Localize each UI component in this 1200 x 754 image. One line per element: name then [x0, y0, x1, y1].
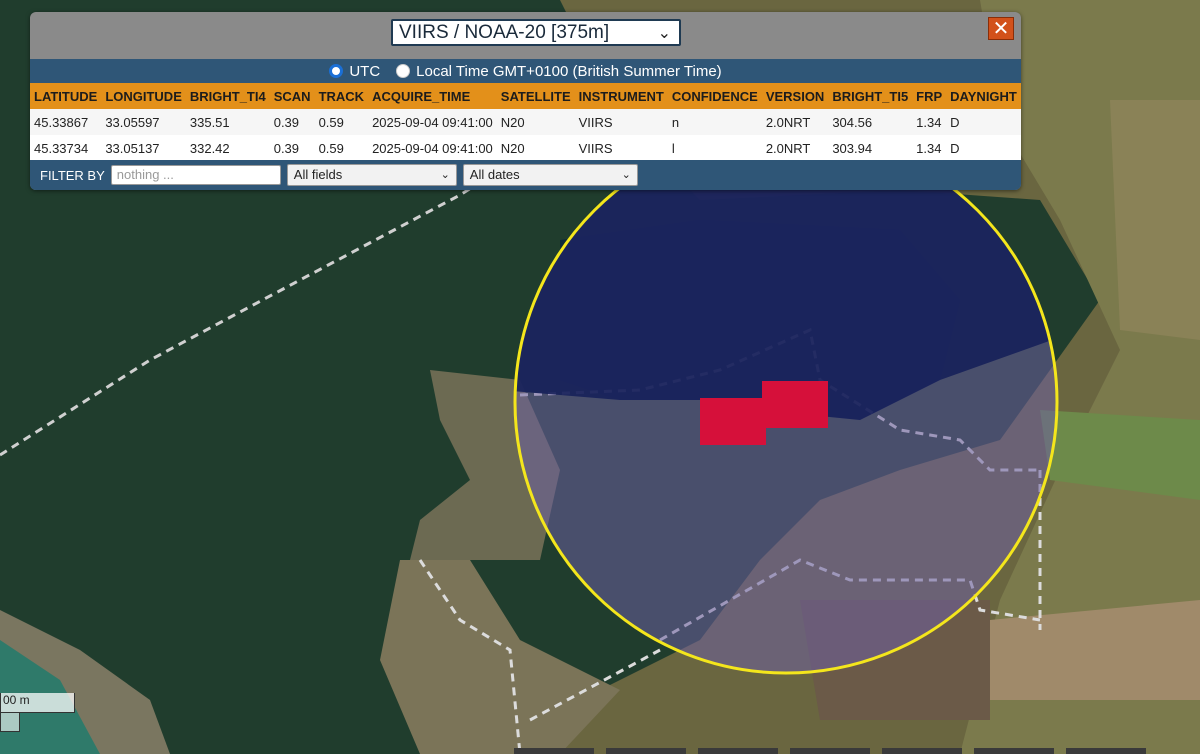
table-cell: 33.05597 — [101, 109, 186, 135]
fire-hotspot-2 — [700, 398, 766, 445]
bottom-toolbar-button[interactable] — [974, 748, 1054, 754]
bottom-toolbar-button[interactable] — [606, 748, 686, 754]
table-cell: D — [946, 109, 1021, 135]
scale-label: 00 m — [3, 693, 30, 707]
column-header-acquire-time[interactable]: ACQUIRE_TIME — [368, 83, 497, 109]
table-cell: n — [667, 109, 762, 135]
table-cell: 2025-09-04 09:41:00 — [368, 109, 497, 135]
table-cell: VIIRS — [574, 109, 668, 135]
table-cell: 2.0NRT — [761, 135, 829, 161]
column-header-satellite[interactable]: SATELLITE — [496, 83, 575, 109]
table-cell: VIIRS — [574, 135, 668, 161]
bottom-toolbar-button[interactable] — [790, 748, 870, 754]
table-cell: 0.39 — [269, 135, 315, 161]
column-header-latitude[interactable]: LATITUDE — [30, 83, 102, 109]
table-cell: D — [946, 135, 1021, 161]
filter-bar: FILTER BY nothing ... All fields ⌄ All d… — [30, 160, 1021, 190]
column-header-confidence[interactable]: CONFIDENCE — [667, 83, 762, 109]
column-header-instrument[interactable]: INSTRUMENT — [574, 83, 668, 109]
fields-select-value: All fields — [293, 167, 343, 182]
scale-tick — [0, 713, 20, 732]
bottom-toolbar-button[interactable] — [882, 748, 962, 754]
dates-select[interactable]: All dates ⌄ — [462, 164, 638, 186]
satellite-select[interactable]: VIIRS / NOAA-20 [375m] ⌄ — [391, 19, 681, 46]
table-cell: 45.33734 — [30, 135, 102, 161]
fire-hotspot-1 — [762, 381, 828, 428]
table-cell: 0.59 — [314, 109, 369, 135]
column-header-frp[interactable]: FRP — [912, 83, 947, 109]
table-cell: 1.34 — [912, 135, 947, 161]
chevron-down-icon: ⌄ — [657, 25, 671, 42]
table-row[interactable]: 45.33867 33.05597 335.51 0.39 0.59 2025-09-04… — [30, 109, 1021, 135]
table-cell: l — [667, 135, 762, 161]
utc-radio[interactable] — [329, 64, 344, 78]
bottom-toolbar-button[interactable] — [1066, 748, 1146, 754]
column-header-bright-ti5[interactable]: BRIGHT_TI5 — [828, 83, 913, 109]
filter-label: FILTER BY — [40, 167, 105, 183]
table-cell: 33.05137 — [101, 135, 186, 161]
local-time-label: Local Time GMT+0100 (British Summer Time… — [416, 62, 722, 80]
bottom-toolbar-button[interactable] — [514, 748, 594, 754]
dates-select-value: All dates — [469, 167, 520, 182]
close-button[interactable]: ✕ — [988, 17, 1014, 40]
utc-label: UTC — [349, 62, 381, 80]
table-cell: 304.56 — [828, 109, 913, 135]
table-cell: 335.51 — [185, 109, 270, 135]
table-cell: 303.94 — [828, 135, 913, 161]
close-icon: ✕ — [992, 18, 1010, 40]
table-cell: 332.42 — [185, 135, 270, 161]
table-cell: 45.33867 — [30, 109, 102, 135]
fire-detections-table: LATITUDE LONGITUDE BRIGHT_TI4 SCAN TRACK ACQU… — [30, 83, 1021, 161]
map-scale: 00 m — [0, 693, 75, 713]
table-row[interactable]: 45.33734 33.05137 332.42 0.39 0.59 2025-09-04… — [30, 135, 1021, 161]
table-cell: N20 — [496, 135, 575, 161]
column-header-daynight[interactable]: DAYNIGHT — [946, 83, 1021, 109]
column-header-track[interactable]: TRACK — [314, 83, 369, 109]
satellite-select-value: VIIRS / NOAA-20 [375m] — [399, 21, 610, 43]
chevron-down-icon: ⌄ — [440, 169, 450, 181]
table-header-row: LATITUDE LONGITUDE BRIGHT_TI4 SCAN TRACK ACQU… — [30, 83, 1021, 109]
filter-input[interactable]: nothing ... — [110, 165, 281, 185]
column-header-scan[interactable]: SCAN — [269, 83, 315, 109]
column-header-longitude[interactable]: LONGITUDE — [101, 83, 186, 109]
table-cell: 0.39 — [269, 109, 315, 135]
local-time-radio[interactable] — [396, 64, 411, 78]
table-cell: 2025-09-04 09:41:00 — [368, 135, 497, 161]
table-cell: N20 — [496, 109, 575, 135]
chevron-down-icon: ⌄ — [621, 169, 631, 181]
column-header-bright-ti4[interactable]: BRIGHT_TI4 — [185, 83, 270, 109]
time-mode-bar: UTC Local Time GMT+0100 (British Summer … — [30, 59, 1021, 83]
fields-select[interactable]: All fields ⌄ — [286, 164, 457, 186]
column-header-version[interactable]: VERSION — [761, 83, 829, 109]
table-cell: 1.34 — [912, 109, 947, 135]
table-cell: 0.59 — [314, 135, 369, 161]
fire-data-panel: VIIRS / NOAA-20 [375m] ⌄ ✕ UTC Local Tim… — [30, 12, 1021, 190]
bottom-toolbar-button[interactable] — [698, 748, 778, 754]
table-cell: 2.0NRT — [761, 109, 829, 135]
